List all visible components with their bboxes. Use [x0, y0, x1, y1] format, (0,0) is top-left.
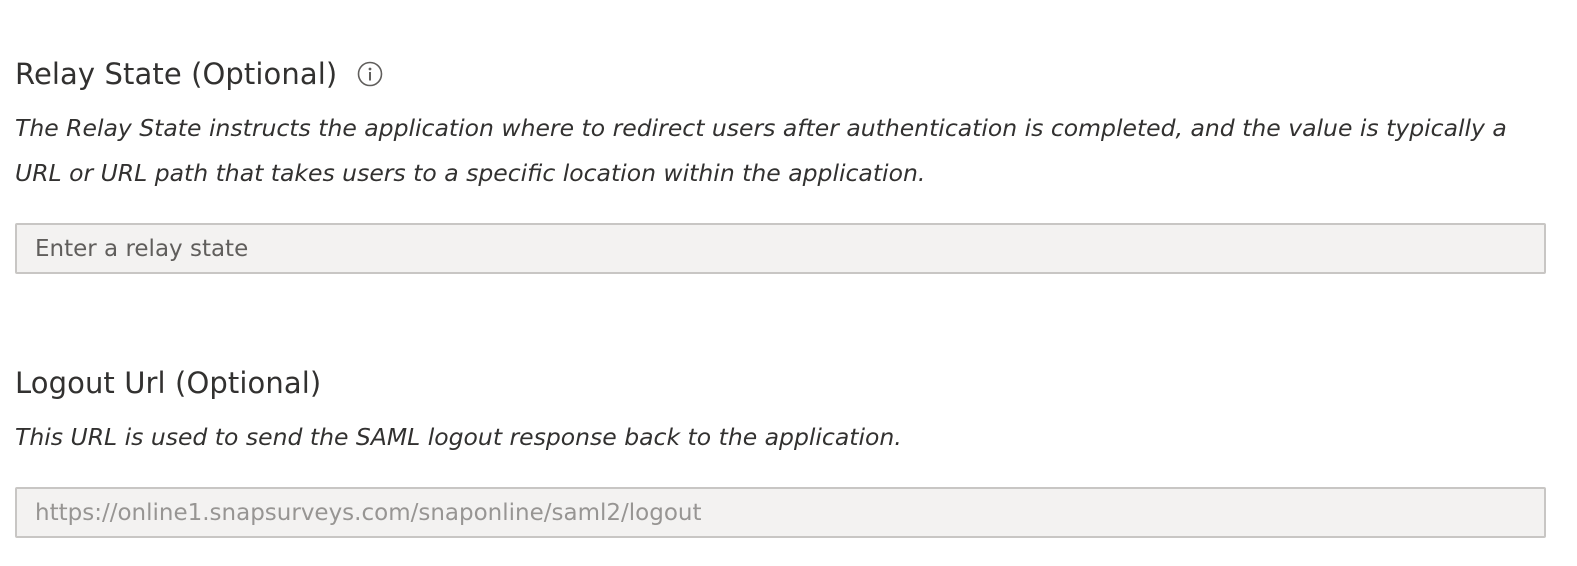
logout-url-title: Logout Url (Optional)	[15, 366, 322, 400]
relay-state-input[interactable]	[15, 223, 1546, 274]
relay-state-title: Relay State (Optional)	[15, 57, 338, 91]
logout-url-heading: Logout Url (Optional)	[15, 361, 1560, 405]
info-icon[interactable]	[357, 61, 383, 87]
relay-state-heading: Relay State (Optional)	[15, 52, 1560, 96]
logout-url-section: Logout Url (Optional) This URL is used t…	[15, 361, 1560, 538]
relay-state-description: The Relay State instructs the applicatio…	[15, 114, 1507, 187]
logout-url-input[interactable]	[15, 487, 1546, 538]
logout-url-description: This URL is used to send the SAML logout…	[15, 423, 902, 451]
relay-state-section: Relay State (Optional) The Relay State i…	[15, 52, 1560, 274]
